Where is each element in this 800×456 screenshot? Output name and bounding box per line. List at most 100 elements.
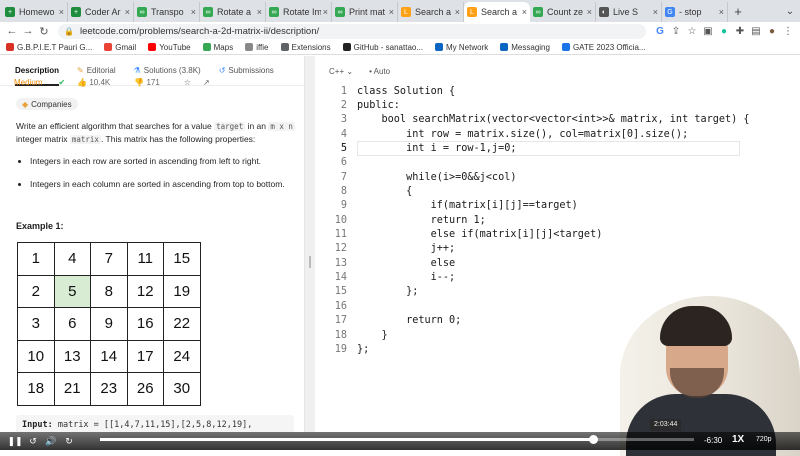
- tab-favicon-icon: ∞: [533, 7, 543, 17]
- video-progress-bar[interactable]: [100, 435, 694, 444]
- code-line[interactable]: 13 else: [315, 256, 800, 270]
- sidebar-icon[interactable]: ▤: [748, 26, 764, 37]
- close-tab-icon[interactable]: ×: [191, 7, 196, 17]
- browser-tab[interactable]: ∞ Transpo ×: [134, 2, 200, 22]
- problem-meta: Medium ✔ 👍 10.4K 👎 171 ☆ ↗: [14, 78, 222, 87]
- favorite-star-icon[interactable]: ☆: [184, 78, 191, 87]
- bookmark-item[interactable]: Messaging: [500, 43, 550, 52]
- progress-knob[interactable]: [589, 435, 599, 444]
- browser-tab[interactable]: ∞ Count ze ×: [530, 2, 596, 22]
- playback-speed-button[interactable]: 1X: [732, 434, 744, 445]
- bookmark-item[interactable]: YouTube: [148, 43, 191, 52]
- code-line[interactable]: 10 return 1;: [315, 213, 800, 227]
- bookmark-item[interactable]: My Network: [435, 43, 488, 52]
- close-tab-icon[interactable]: ×: [653, 7, 658, 17]
- rewind-10-icon[interactable]: ↺: [24, 436, 42, 447]
- code-line[interactable]: 11 else if(matrix[i][j]<target): [315, 227, 800, 241]
- browser-tab[interactable]: ∞ Rotate Im ×: [266, 2, 332, 22]
- close-tab-icon[interactable]: ×: [323, 7, 328, 17]
- close-tab-icon[interactable]: ×: [257, 7, 262, 17]
- quality-button[interactable]: 720p: [756, 436, 772, 443]
- puzzle-icon[interactable]: ✚: [732, 26, 748, 37]
- tab-favicon-icon: +: [5, 7, 15, 17]
- bookmark-icon: [280, 43, 289, 51]
- browser-tab[interactable]: + Coder Ar ×: [68, 2, 134, 22]
- reload-icon[interactable]: ↻: [36, 25, 52, 38]
- line-number: 6: [340, 157, 347, 169]
- share-icon[interactable]: ↗: [203, 78, 210, 87]
- tab-favicon-icon: ∞: [203, 7, 213, 17]
- matrix-cell: 7: [90, 242, 128, 276]
- new-tab-button[interactable]: +: [728, 2, 748, 22]
- bookmark-item[interactable]: Gmail: [104, 43, 136, 52]
- progress-fill: [100, 438, 594, 441]
- volume-icon[interactable]: 🔊: [42, 436, 60, 447]
- google-icon[interactable]: G: [652, 26, 668, 37]
- browser-tab[interactable]: + Homewo ×: [2, 2, 68, 22]
- property-item: Integers in each column are sorted in as…: [30, 178, 296, 191]
- code-line[interactable]: 3 bool searchMatrix(vector<vector<int>>&…: [315, 113, 800, 127]
- browser-tab[interactable]: L Search a ×: [398, 2, 464, 22]
- matrix-cell: 17: [126, 339, 164, 373]
- code-line[interactable]: 5 int i = row-1,j=0;: [315, 141, 800, 157]
- pause-icon[interactable]: ❚❚: [6, 436, 24, 447]
- time-remaining: -6:30: [704, 436, 723, 445]
- extension-icon[interactable]: ▣: [700, 26, 716, 37]
- close-tab-icon[interactable]: ×: [587, 7, 592, 17]
- code-line[interactable]: 2 public:: [315, 98, 800, 112]
- close-tab-icon[interactable]: ×: [59, 7, 64, 17]
- tab-favicon-icon: +: [71, 7, 81, 17]
- tab-submissions[interactable]: ↺ Submissions: [219, 56, 274, 86]
- line-number: 7: [340, 171, 347, 183]
- close-tab-icon[interactable]: ×: [455, 7, 460, 17]
- close-tab-icon[interactable]: ×: [389, 7, 394, 17]
- code-line[interactable]: 4 int row = matrix.size(), col=matrix[0]…: [315, 127, 800, 141]
- code-line[interactable]: 8 {: [315, 184, 800, 198]
- browser-tab[interactable]: ◐ Live S ×: [596, 2, 662, 22]
- difficulty-badge: Medium: [14, 78, 43, 87]
- language-select[interactable]: C++ ⌄: [329, 67, 353, 76]
- browser-tab[interactable]: G- stop ×: [662, 2, 728, 22]
- matrix-cell: 16: [126, 307, 164, 341]
- code-line[interactable]: 12 j++;: [315, 242, 800, 256]
- companies-button[interactable]: ◆ Companies: [16, 98, 78, 110]
- code-line[interactable]: 7 while(i>=0&&j<col): [315, 170, 800, 184]
- close-tab-icon[interactable]: ×: [522, 7, 527, 17]
- code-line[interactable]: 9 if(matrix[i][j]==target): [315, 199, 800, 213]
- forward-arrow-icon[interactable]: →: [20, 25, 36, 37]
- browser-tab[interactable]: ∞ Print mat ×: [332, 2, 398, 22]
- matrix-row: 3 6 9 16 22: [17, 307, 201, 341]
- solved-check-icon: ✔: [58, 78, 66, 87]
- share-icon[interactable]: ⇪: [668, 26, 684, 37]
- grammarly-icon[interactable]: ●: [716, 26, 732, 37]
- browser-tab[interactable]: L Search a ×: [464, 2, 530, 22]
- url-bar[interactable]: 🔒 leetcode.com/problems/search-a-2d-matr…: [58, 23, 646, 39]
- code-line[interactable]: 6: [315, 156, 800, 170]
- code-line[interactable]: 14 i--;: [315, 270, 800, 284]
- bookmark-item[interactable]: iffie: [245, 43, 269, 52]
- bookmark-item[interactable]: Extensions: [280, 43, 331, 52]
- code-line[interactable]: 1 class Solution {: [315, 84, 800, 98]
- bookmark-star-icon[interactable]: ☆: [684, 26, 700, 37]
- back-arrow-icon[interactable]: ←: [4, 25, 20, 37]
- profile-avatar-icon[interactable]: ●: [764, 26, 780, 37]
- close-tab-icon[interactable]: ×: [719, 7, 724, 17]
- matrix-cell: 9: [90, 307, 128, 341]
- submissions-icon: ↺: [218, 66, 226, 75]
- line-number: 14: [334, 272, 347, 284]
- bookmark-item[interactable]: GATE 2023 Officia...: [561, 43, 646, 52]
- bookmark-item[interactable]: G.B.P.I.E.T Pauri G...: [6, 43, 92, 52]
- bookmark-item[interactable]: GitHub - sanattao...: [342, 43, 423, 52]
- panel-divider[interactable]: [305, 56, 315, 432]
- bookmark-item[interactable]: Maps: [202, 43, 233, 52]
- dislike-button[interactable]: 👎 171: [134, 78, 172, 87]
- menu-dots-icon[interactable]: ⋮: [780, 26, 796, 37]
- tab-search-icon[interactable]: ⌄: [780, 2, 800, 22]
- forward-10-icon[interactable]: ↻: [60, 436, 78, 447]
- editor-header: C++ ⌄ • Auto: [315, 56, 800, 86]
- browser-tab[interactable]: ∞ Rotate a ×: [200, 2, 266, 22]
- auto-mode-toggle[interactable]: • Auto: [369, 67, 390, 76]
- like-button[interactable]: 👍 10.4K: [77, 78, 122, 87]
- drag-handle[interactable]: [309, 256, 311, 268]
- close-tab-icon[interactable]: ×: [125, 7, 130, 17]
